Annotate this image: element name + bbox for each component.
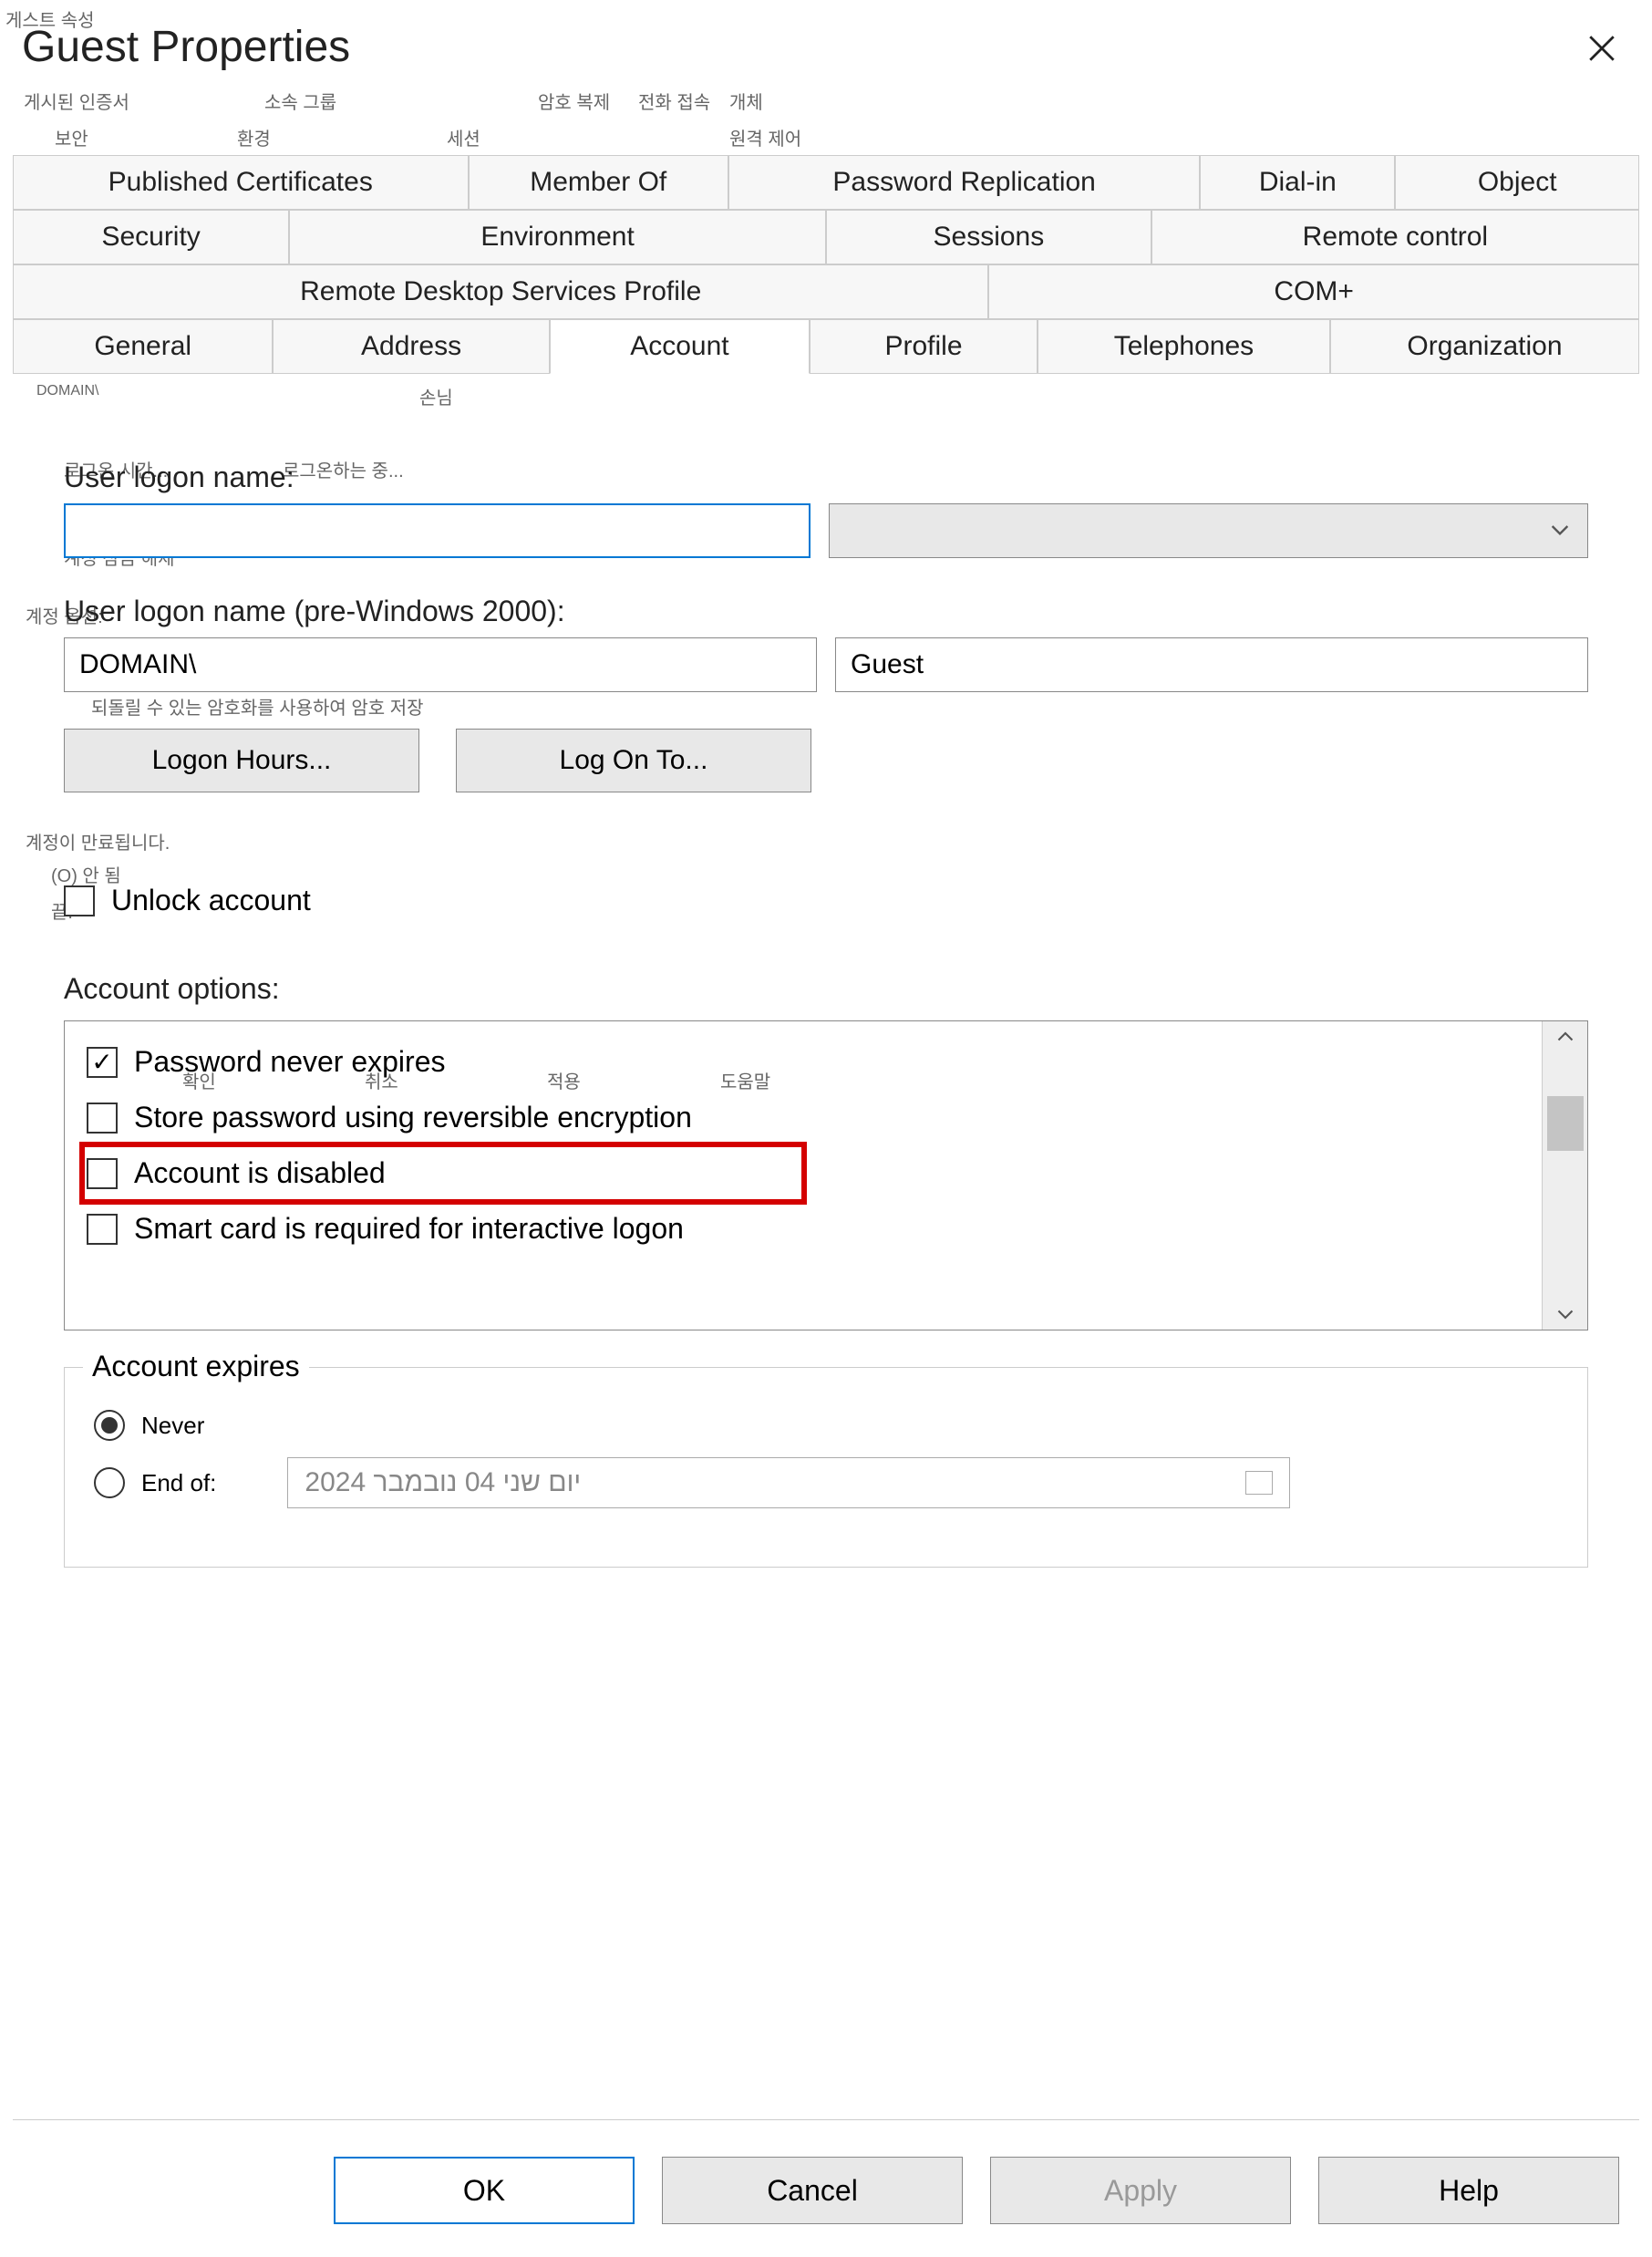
- cancel-button[interactable]: Cancel: [662, 2157, 963, 2224]
- option-reversible-encryption[interactable]: Store password using reversible encrypti…: [83, 1090, 1523, 1145]
- tab-environment[interactable]: Environment: [289, 210, 826, 264]
- tabs-container: Published Certificates Member Of Passwor…: [13, 155, 1639, 374]
- calendar-icon: [1245, 1471, 1273, 1495]
- ghost-tab: 전화 접속: [638, 88, 710, 114]
- unlock-account-checkbox[interactable]: [64, 885, 95, 916]
- log-on-to-button[interactable]: Log On To...: [456, 729, 811, 792]
- pre2000-value-box[interactable]: Guest: [835, 637, 1588, 692]
- ghost-tab: 환경: [237, 124, 271, 150]
- option-checkbox[interactable]: [87, 1103, 118, 1134]
- tab-telephones[interactable]: Telephones: [1038, 319, 1330, 374]
- close-button[interactable]: [1579, 26, 1625, 71]
- tab-published-certificates[interactable]: Published Certificates: [13, 155, 469, 210]
- option-smartcard-required[interactable]: Smart card is required for interactive l…: [83, 1201, 1523, 1257]
- ghost-domain: DOMAIN\: [36, 383, 98, 399]
- logon-hours-button[interactable]: Logon Hours...: [64, 729, 419, 792]
- tab-password-replication[interactable]: Password Replication: [728, 155, 1200, 210]
- ghost-tab: 소속 그룹: [264, 88, 336, 114]
- help-button[interactable]: Help: [1318, 2157, 1619, 2224]
- tab-profile[interactable]: Profile: [810, 319, 1038, 374]
- tab-dial-in[interactable]: Dial-in: [1200, 155, 1395, 210]
- option-checkbox[interactable]: [87, 1214, 118, 1245]
- option-password-never-expires[interactable]: Password never expires: [83, 1034, 1523, 1090]
- ghost-tab: 암호 복제: [538, 88, 610, 114]
- option-label: Password never expires: [134, 1045, 445, 1079]
- pre2000-label: User logon name (pre-Windows 2000):: [64, 595, 1588, 628]
- tab-remote-control[interactable]: Remote control: [1151, 210, 1639, 264]
- scroll-up-icon: [1557, 1030, 1574, 1041]
- option-checkbox[interactable]: [87, 1158, 118, 1189]
- expires-never-radio[interactable]: [94, 1410, 125, 1441]
- ghost-tab: 원격 제어: [729, 124, 801, 150]
- option-checkbox[interactable]: [87, 1047, 118, 1078]
- tab-member-of[interactable]: Member Of: [469, 155, 728, 210]
- ok-button[interactable]: OK: [334, 2157, 635, 2224]
- tab-sessions[interactable]: Sessions: [826, 210, 1151, 264]
- tab-account[interactable]: Account: [550, 319, 810, 374]
- account-expires-fieldset: Account expires Never End of: יום שני 04…: [64, 1367, 1588, 1568]
- logon-domain-dropdown[interactable]: [829, 503, 1588, 558]
- ghost-tab: 보안: [55, 124, 88, 150]
- chevron-down-icon: [1551, 524, 1569, 537]
- tab-organization[interactable]: Organization: [1330, 319, 1639, 374]
- tab-security[interactable]: Security: [13, 210, 289, 264]
- expires-endof-radio[interactable]: [94, 1467, 125, 1498]
- tab-content-account: User logon name: User logon name (pre-Wi…: [64, 461, 1588, 1568]
- scroll-down-icon: [1557, 1310, 1574, 1320]
- apply-button[interactable]: Apply: [990, 2157, 1291, 2224]
- options-scrollbar[interactable]: [1542, 1021, 1587, 1330]
- option-label: Smart card is required for interactive l…: [134, 1212, 684, 1246]
- scrollbar-thumb[interactable]: [1547, 1096, 1584, 1151]
- window-title: Guest Properties: [22, 22, 350, 72]
- ghost-tab: 개체: [729, 88, 763, 114]
- domain-prefix-box: DOMAIN\: [64, 637, 817, 692]
- account-expires-legend: Account expires: [83, 1350, 309, 1383]
- option-label: Store password using reversible encrypti…: [134, 1101, 692, 1134]
- ghost-tab: 게시된 인증서: [24, 88, 129, 114]
- account-options-label: Account options:: [64, 972, 1588, 1006]
- expires-endof-label: End of:: [141, 1469, 216, 1497]
- ghost-guest: 손님: [419, 383, 453, 409]
- tab-general[interactable]: General: [13, 319, 273, 374]
- expires-date-input[interactable]: יום שני 04 נובמבר 2024: [287, 1457, 1290, 1508]
- tab-object[interactable]: Object: [1395, 155, 1639, 210]
- dialog-separator: [13, 2119, 1639, 2120]
- unlock-account-label: Unlock account: [111, 884, 311, 917]
- tab-com-plus[interactable]: COM+: [988, 264, 1639, 319]
- tab-remote-desktop-profile[interactable]: Remote Desktop Services Profile: [13, 264, 988, 319]
- close-icon: [1586, 33, 1617, 64]
- ghost-tab: 세션: [447, 124, 480, 150]
- expires-never-label: Never: [141, 1412, 204, 1440]
- logon-name-label: User logon name:: [64, 461, 1588, 494]
- dialog-button-bar: OK Cancel Apply Help: [334, 2157, 1619, 2224]
- expires-date-value: יום שני 04 נובמבר 2024: [305, 1467, 581, 1498]
- tab-address[interactable]: Address: [273, 319, 549, 374]
- account-options-listbox: Password never expires Store password us…: [64, 1020, 1588, 1330]
- logon-name-input[interactable]: [64, 503, 811, 558]
- option-account-disabled[interactable]: Account is disabled: [83, 1145, 803, 1201]
- option-label: Account is disabled: [134, 1156, 386, 1190]
